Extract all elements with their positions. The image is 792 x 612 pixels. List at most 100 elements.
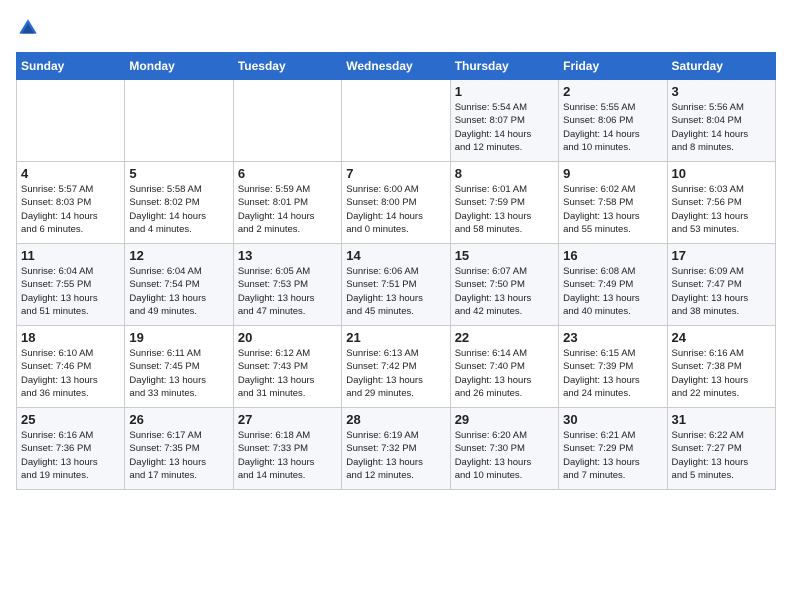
calendar-cell: 18 Sunrise: 6:10 AM Sunset: 7:46 PM Dayli… xyxy=(17,326,125,408)
day-info: Sunrise: 6:11 AM Sunset: 7:45 PM Dayligh… xyxy=(129,347,228,400)
day-number: 2 xyxy=(563,84,662,99)
calendar-cell xyxy=(233,80,341,162)
day-number: 19 xyxy=(129,330,228,345)
day-number: 23 xyxy=(563,330,662,345)
weekday-header-row: SundayMondayTuesdayWednesdayThursdayFrid… xyxy=(17,53,776,80)
day-number: 4 xyxy=(21,166,120,181)
calendar-cell: 16 Sunrise: 6:08 AM Sunset: 7:49 PM Dayli… xyxy=(559,244,667,326)
calendar-week-3: 11 Sunrise: 6:04 AM Sunset: 7:55 PM Dayli… xyxy=(17,244,776,326)
day-info: Sunrise: 6:08 AM Sunset: 7:49 PM Dayligh… xyxy=(563,265,662,318)
calendar-cell: 14Sunrise: 6:06 AM Sunset: 7:51 PM Dayli… xyxy=(342,244,450,326)
day-number: 24 xyxy=(672,330,771,345)
calendar-cell: 15Sunrise: 6:07 AM Sunset: 7:50 PM Dayli… xyxy=(450,244,558,326)
calendar-cell: 25Sunrise: 6:16 AM Sunset: 7:36 PM Dayli… xyxy=(17,408,125,490)
day-info: Sunrise: 5:56 AM Sunset: 8:04 PM Dayligh… xyxy=(672,101,771,154)
day-info: Sunrise: 6:04 AM Sunset: 7:55 PM Dayligh… xyxy=(21,265,120,318)
day-number: 17 xyxy=(672,248,771,263)
day-info: Sunrise: 6:02 AM Sunset: 7:58 PM Dayligh… xyxy=(563,183,662,236)
calendar-cell: 23 Sunrise: 6:15 AM Sunset: 7:39 PM Dayli… xyxy=(559,326,667,408)
calendar-cell: 3 Sunrise: 5:56 AM Sunset: 8:04 PM Daylig… xyxy=(667,80,775,162)
day-info: Sunrise: 5:55 AM Sunset: 8:06 PM Dayligh… xyxy=(563,101,662,154)
day-number: 29 xyxy=(455,412,554,427)
calendar-cell: 21 Sunrise: 6:13 AM Sunset: 7:42 PM Dayli… xyxy=(342,326,450,408)
day-info: Sunrise: 6:21 AM Sunset: 7:29 PM Dayligh… xyxy=(563,429,662,482)
day-info: Sunrise: 6:06 AM Sunset: 7:51 PM Dayligh… xyxy=(346,265,445,318)
day-info: Sunrise: 6:17 AM Sunset: 7:35 PM Dayligh… xyxy=(129,429,228,482)
calendar-cell: 22Sunrise: 6:14 AM Sunset: 7:40 PM Dayli… xyxy=(450,326,558,408)
calendar-cell xyxy=(125,80,233,162)
calendar-week-5: 25Sunrise: 6:16 AM Sunset: 7:36 PM Dayli… xyxy=(17,408,776,490)
weekday-header-wednesday: Wednesday xyxy=(342,53,450,80)
calendar-cell: 28 Sunrise: 6:19 AM Sunset: 7:32 PM Dayli… xyxy=(342,408,450,490)
calendar-cell: 17 Sunrise: 6:09 AM Sunset: 7:47 PM Dayli… xyxy=(667,244,775,326)
day-info: Sunrise: 6:22 AM Sunset: 7:27 PM Dayligh… xyxy=(672,429,771,482)
day-number: 13 xyxy=(238,248,337,263)
day-number: 7 xyxy=(346,166,445,181)
day-info: Sunrise: 6:09 AM Sunset: 7:47 PM Dayligh… xyxy=(672,265,771,318)
day-number: 1 xyxy=(455,84,554,99)
calendar-cell: 5 Sunrise: 5:58 AM Sunset: 8:02 PM Daylig… xyxy=(125,162,233,244)
calendar-cell: 10 Sunrise: 6:03 AM Sunset: 7:56 PM Dayli… xyxy=(667,162,775,244)
day-info: Sunrise: 6:12 AM Sunset: 7:43 PM Dayligh… xyxy=(238,347,337,400)
day-info: Sunrise: 5:57 AM Sunset: 8:03 PM Dayligh… xyxy=(21,183,120,236)
day-number: 15 xyxy=(455,248,554,263)
day-number: 18 xyxy=(21,330,120,345)
day-number: 28 xyxy=(346,412,445,427)
calendar-cell: 19 Sunrise: 6:11 AM Sunset: 7:45 PM Dayli… xyxy=(125,326,233,408)
calendar-cell: 12 Sunrise: 6:04 AM Sunset: 7:54 PM Dayli… xyxy=(125,244,233,326)
calendar-table: SundayMondayTuesdayWednesdayThursdayFrid… xyxy=(16,52,776,490)
day-number: 9 xyxy=(563,166,662,181)
day-number: 27 xyxy=(238,412,337,427)
day-info: Sunrise: 6:03 AM Sunset: 7:56 PM Dayligh… xyxy=(672,183,771,236)
day-info: Sunrise: 5:58 AM Sunset: 8:02 PM Dayligh… xyxy=(129,183,228,236)
day-info: Sunrise: 6:18 AM Sunset: 7:33 PM Dayligh… xyxy=(238,429,337,482)
day-number: 10 xyxy=(672,166,771,181)
day-number: 22 xyxy=(455,330,554,345)
calendar-cell: 8 Sunrise: 6:01 AM Sunset: 7:59 PM Daylig… xyxy=(450,162,558,244)
calendar-cell: 11 Sunrise: 6:04 AM Sunset: 7:55 PM Dayli… xyxy=(17,244,125,326)
day-info: Sunrise: 6:13 AM Sunset: 7:42 PM Dayligh… xyxy=(346,347,445,400)
day-info: Sunrise: 6:16 AM Sunset: 7:38 PM Dayligh… xyxy=(672,347,771,400)
calendar-cell xyxy=(342,80,450,162)
day-info: Sunrise: 5:59 AM Sunset: 8:01 PM Dayligh… xyxy=(238,183,337,236)
calendar-week-2: 4 Sunrise: 5:57 AM Sunset: 8:03 PM Daylig… xyxy=(17,162,776,244)
day-info: Sunrise: 6:05 AM Sunset: 7:53 PM Dayligh… xyxy=(238,265,337,318)
weekday-header-saturday: Saturday xyxy=(667,53,775,80)
calendar-cell: 2 Sunrise: 5:55 AM Sunset: 8:06 PM Daylig… xyxy=(559,80,667,162)
day-number: 30 xyxy=(563,412,662,427)
weekday-header-friday: Friday xyxy=(559,53,667,80)
day-number: 6 xyxy=(238,166,337,181)
calendar-cell: 1Sunrise: 5:54 AM Sunset: 8:07 PM Daylig… xyxy=(450,80,558,162)
weekday-header-tuesday: Tuesday xyxy=(233,53,341,80)
logo-icon xyxy=(16,16,40,40)
day-number: 8 xyxy=(455,166,554,181)
day-number: 31 xyxy=(672,412,771,427)
calendar-cell: 20 Sunrise: 6:12 AM Sunset: 7:43 PM Dayli… xyxy=(233,326,341,408)
calendar-cell: 31 Sunrise: 6:22 AM Sunset: 7:27 PM Dayli… xyxy=(667,408,775,490)
day-number: 5 xyxy=(129,166,228,181)
day-number: 21 xyxy=(346,330,445,345)
calendar-cell: 6 Sunrise: 5:59 AM Sunset: 8:01 PM Daylig… xyxy=(233,162,341,244)
weekday-header-thursday: Thursday xyxy=(450,53,558,80)
day-number: 20 xyxy=(238,330,337,345)
day-number: 26 xyxy=(129,412,228,427)
day-info: Sunrise: 6:04 AM Sunset: 7:54 PM Dayligh… xyxy=(129,265,228,318)
day-info: Sunrise: 6:15 AM Sunset: 7:39 PM Dayligh… xyxy=(563,347,662,400)
calendar-cell: 4 Sunrise: 5:57 AM Sunset: 8:03 PM Daylig… xyxy=(17,162,125,244)
calendar-cell xyxy=(17,80,125,162)
calendar-cell: 24 Sunrise: 6:16 AM Sunset: 7:38 PM Dayli… xyxy=(667,326,775,408)
day-number: 25 xyxy=(21,412,120,427)
calendar-cell: 29Sunrise: 6:20 AM Sunset: 7:30 PM Dayli… xyxy=(450,408,558,490)
day-number: 3 xyxy=(672,84,771,99)
page-header xyxy=(16,16,776,40)
day-number: 12 xyxy=(129,248,228,263)
day-info: Sunrise: 6:10 AM Sunset: 7:46 PM Dayligh… xyxy=(21,347,120,400)
calendar-cell: 30 Sunrise: 6:21 AM Sunset: 7:29 PM Dayli… xyxy=(559,408,667,490)
day-number: 16 xyxy=(563,248,662,263)
weekday-header-sunday: Sunday xyxy=(17,53,125,80)
day-number: 11 xyxy=(21,248,120,263)
day-info: Sunrise: 6:01 AM Sunset: 7:59 PM Dayligh… xyxy=(455,183,554,236)
calendar-week-4: 18 Sunrise: 6:10 AM Sunset: 7:46 PM Dayli… xyxy=(17,326,776,408)
calendar-cell: 9 Sunrise: 6:02 AM Sunset: 7:58 PM Daylig… xyxy=(559,162,667,244)
day-info: Sunrise: 6:19 AM Sunset: 7:32 PM Dayligh… xyxy=(346,429,445,482)
